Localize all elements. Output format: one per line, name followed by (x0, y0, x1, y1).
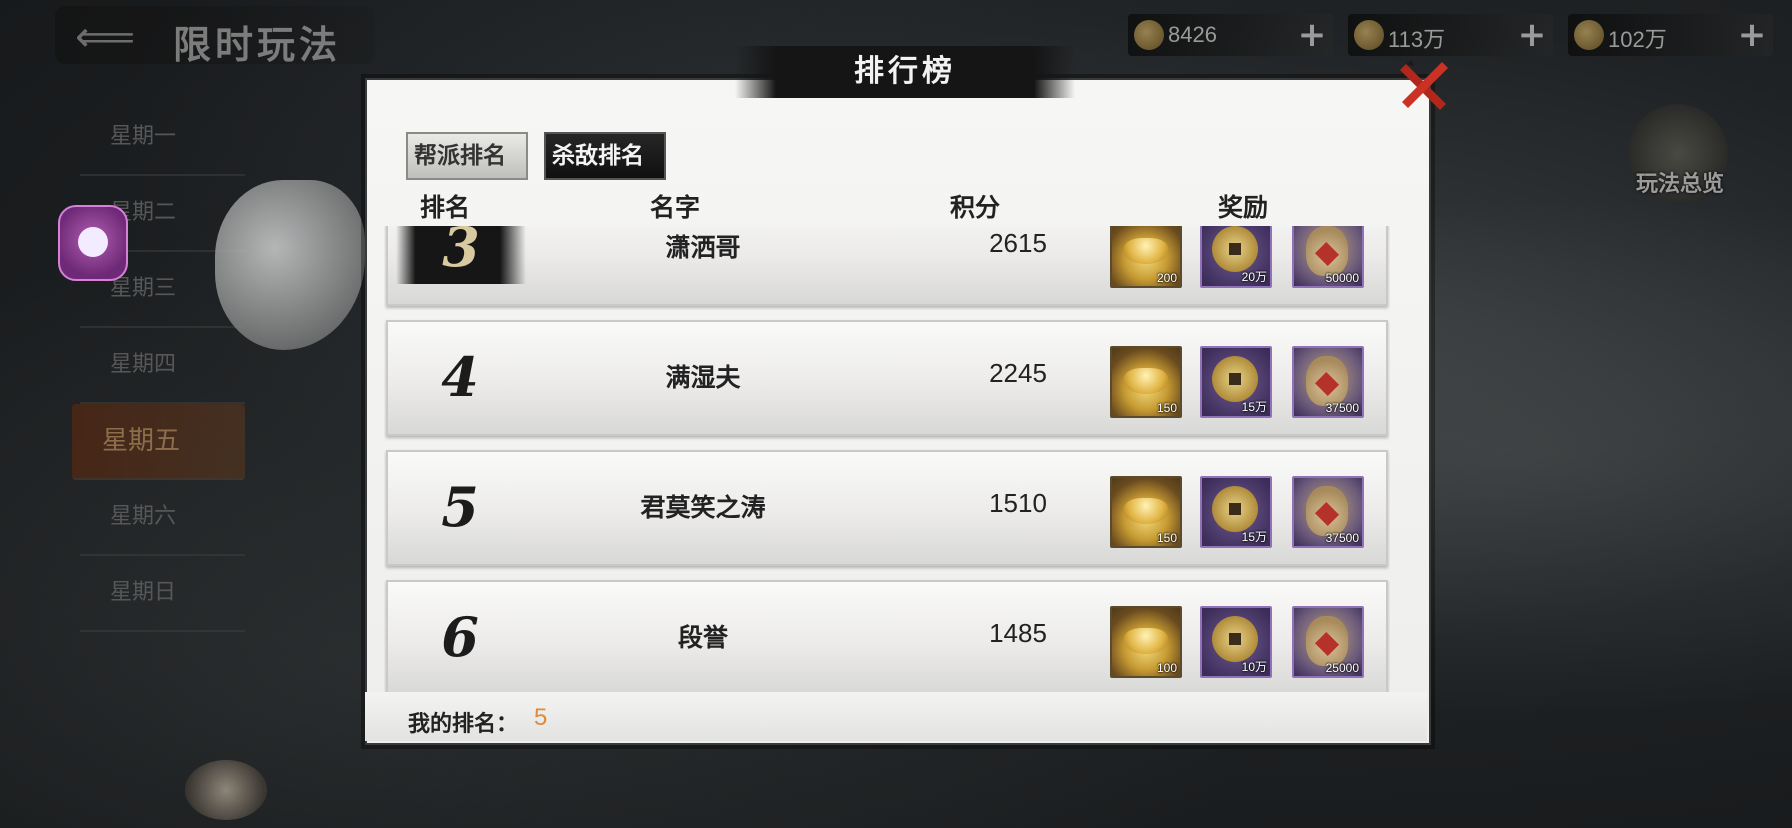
gold-ingot-icon[interactable]: 100 (1110, 606, 1182, 678)
add-coin-button[interactable]: + (1515, 18, 1549, 52)
copper-coin-icon[interactable]: 20万 (1200, 226, 1272, 288)
money-bag-icon[interactable]: 25000 (1292, 606, 1364, 678)
ranking-list[interactable]: 3 潇洒哥 2615 200 20万 50000 4 满湿夫 2245 150 … (384, 226, 1390, 692)
player-name: 满湿夫 (665, 363, 741, 392)
rank-number: 3 (396, 226, 526, 284)
money-bag-icon[interactable]: 37500 (1292, 346, 1364, 418)
reward-qty: 50000 (1325, 271, 1359, 285)
player-name: 潇洒哥 (665, 233, 741, 262)
add-bag-button[interactable]: + (1735, 18, 1769, 52)
gold-ingot-icon[interactable]: 150 (1110, 476, 1182, 548)
day-item[interactable]: 星期日 (80, 556, 245, 632)
my-rank-label: 我的排名： (408, 711, 519, 737)
table-row: 5 君莫笑之涛 1510 150 15万 37500 (386, 450, 1388, 566)
my-rank-bar (365, 692, 1427, 741)
gold-ingot-icon (1134, 20, 1164, 50)
player-score: 2245 (989, 358, 1047, 388)
close-icon (1400, 60, 1448, 110)
player-name: 段誉 (677, 623, 728, 652)
my-rank-value: 5 (534, 704, 548, 731)
table-row: 3 潇洒哥 2615 200 20万 50000 (386, 226, 1388, 306)
tab-kill-ranking[interactable]: 杀敌排名 (544, 132, 666, 180)
gold-ingot-icon[interactable]: 150 (1110, 346, 1182, 418)
rank-number: 5 (441, 475, 479, 539)
reward-qty: 200 (1156, 271, 1177, 285)
table-row: 6 段誉 1485 100 10万 25000 (386, 580, 1388, 692)
tab-guild-ranking[interactable]: 帮派排名 (406, 132, 528, 180)
column-header-reward: 奖励 (1218, 193, 1269, 222)
back-arrow-icon: ⟸ (75, 12, 136, 61)
day-list: 星期一 星期二 星期三 星期四 星期五 星期六 星期日 (72, 100, 245, 632)
reward-qty: 150 (1156, 531, 1177, 545)
guide-label[interactable]: 玩法总览 (1625, 166, 1735, 198)
copper-coin-icon[interactable]: 10万 (1200, 606, 1272, 678)
table-row: 4 满湿夫 2245 150 15万 37500 (386, 320, 1388, 436)
player-name: 君莫笑之涛 (640, 493, 766, 522)
back-button[interactable]: ⟸ 限时玩法 (55, 6, 375, 67)
currency-value: 113万 (1388, 27, 1446, 52)
money-bag-icon[interactable]: 37500 (1292, 476, 1364, 548)
close-button[interactable] (1392, 54, 1456, 118)
day-item[interactable]: 星期一 (80, 100, 245, 176)
page-title: 限时玩法 (173, 22, 342, 67)
column-header-rank: 排名 (420, 193, 471, 222)
day-item-active[interactable]: 星期五 (72, 404, 245, 480)
reward-qty: 37500 (1325, 531, 1359, 545)
bowl-icon (185, 760, 267, 820)
player-score: 1510 (989, 488, 1047, 518)
column-header-name: 名字 (650, 193, 701, 222)
currency-value: 102万 (1608, 27, 1667, 52)
reward-qty: 20万 (1241, 270, 1267, 284)
reward-qty: 37500 (1325, 401, 1359, 415)
copper-coin-icon[interactable]: 15万 (1200, 346, 1272, 418)
panel-title: 排行榜 (854, 54, 956, 89)
currency-gold: 8426 + (1128, 14, 1333, 56)
money-bag-icon (1574, 20, 1604, 50)
currency-coin: 113万 + (1348, 14, 1553, 56)
currency-bag: 102万 + (1568, 14, 1773, 56)
reward-qty: 15万 (1241, 530, 1267, 544)
reward-qty: 25000 (1325, 661, 1359, 675)
reward-qty: 15万 (1241, 400, 1267, 414)
day-item[interactable]: 星期六 (80, 480, 245, 556)
add-gold-button[interactable]: + (1295, 18, 1329, 52)
player-score: 2615 (989, 228, 1047, 258)
day-item[interactable]: 星期四 (80, 328, 245, 404)
copper-coin-icon (1354, 20, 1384, 50)
money-bag-icon[interactable]: 50000 (1292, 226, 1364, 288)
mascot-avatar-icon[interactable] (58, 205, 128, 281)
currency-value: 8426 (1168, 22, 1217, 47)
gold-ingot-icon[interactable]: 200 (1110, 226, 1182, 288)
copper-coin-icon[interactable]: 15万 (1200, 476, 1272, 548)
reward-qty: 150 (1156, 401, 1177, 415)
rank-number: 4 (441, 345, 479, 409)
reward-qty: 10万 (1241, 660, 1267, 674)
player-score: 1485 (989, 618, 1047, 648)
column-header-score: 积分 (950, 193, 1001, 222)
reward-qty: 100 (1156, 661, 1177, 675)
rank-number: 6 (441, 605, 479, 669)
